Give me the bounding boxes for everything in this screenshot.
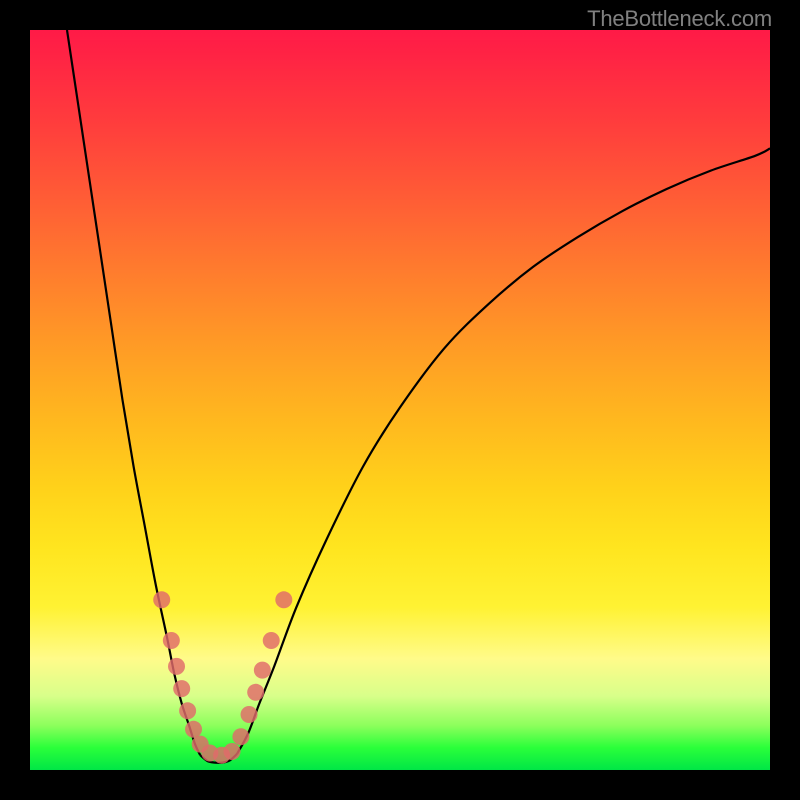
marker-dot bbox=[241, 706, 258, 723]
marker-dot bbox=[254, 662, 271, 679]
marker-dot bbox=[275, 591, 292, 608]
marker-dot bbox=[173, 680, 190, 697]
marker-dot bbox=[179, 702, 196, 719]
marker-dot bbox=[163, 632, 180, 649]
plot-area bbox=[30, 30, 770, 770]
marker-dot bbox=[224, 743, 241, 760]
marker-dot bbox=[247, 684, 264, 701]
outer-frame: TheBottleneck.com bbox=[0, 0, 800, 800]
marker-dot bbox=[263, 632, 280, 649]
marker-dot bbox=[153, 591, 170, 608]
chart-overlay bbox=[30, 30, 770, 770]
marker-dot bbox=[232, 728, 249, 745]
attribution-text: TheBottleneck.com bbox=[587, 6, 772, 32]
marker-dot bbox=[168, 658, 185, 675]
curve-left-branch bbox=[67, 30, 200, 755]
curve-right-branch bbox=[237, 148, 770, 753]
marker-dot bbox=[185, 721, 202, 738]
